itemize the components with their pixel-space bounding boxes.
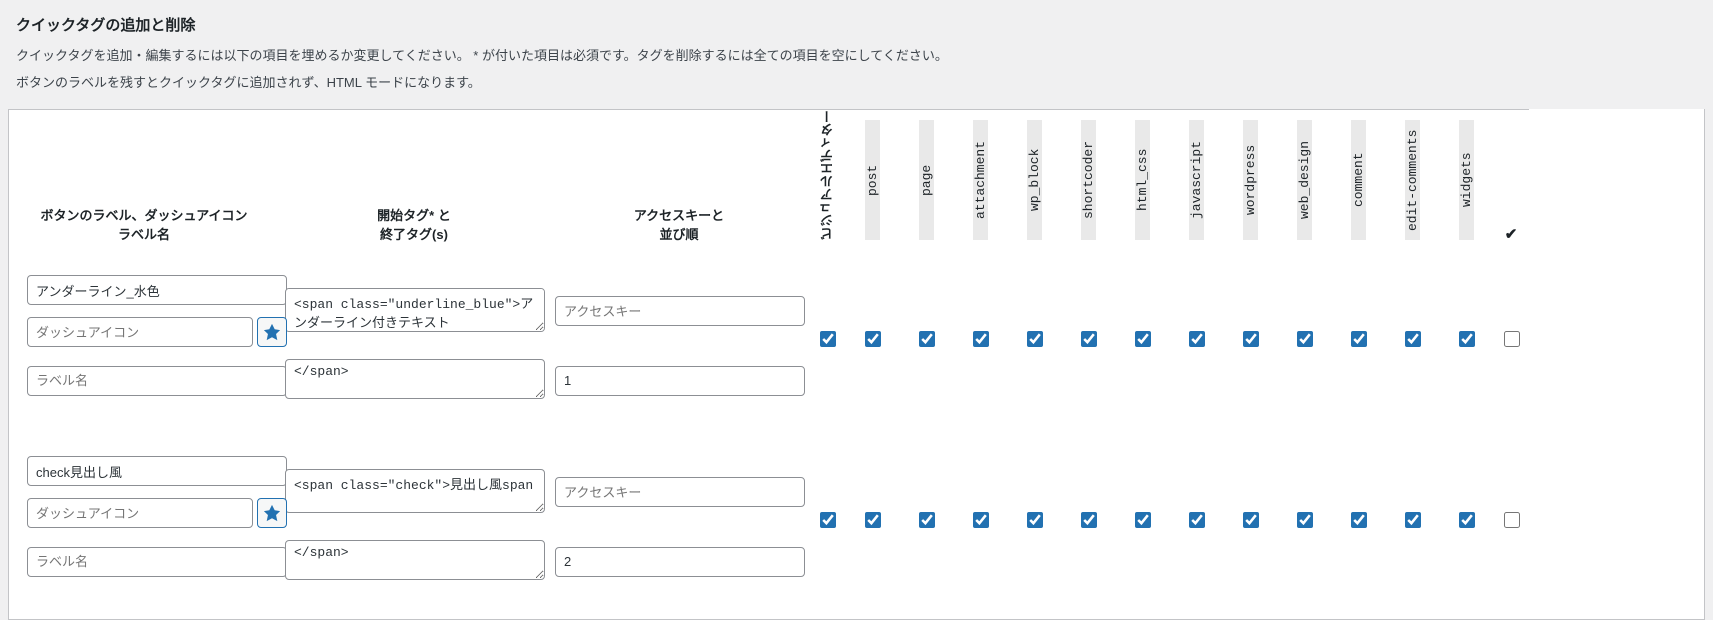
post-type-checkbox-post[interactable] xyxy=(865,331,881,347)
dashicons-icon xyxy=(263,323,281,341)
header-post-type-page: page xyxy=(899,110,953,258)
post-type-checkbox-widgets[interactable] xyxy=(1459,512,1475,528)
header-post-type-post: post xyxy=(845,110,899,258)
post-type-checkbox-attachment[interactable] xyxy=(973,512,989,528)
header-post-type-attachment: attachment xyxy=(953,110,1007,258)
header-post-type-widgets: widgets xyxy=(1439,110,1493,258)
header-access: アクセスキーと 並び順 xyxy=(549,110,809,258)
order-input[interactable] xyxy=(555,547,805,577)
check-all-row-checkbox[interactable] xyxy=(1504,512,1520,528)
quicktags-table: ボタンのラベル、ダッシュアイコン ラベル名 開始タグ* と 終了タグ(s) アク… xyxy=(9,109,1704,589)
dashicon-input[interactable] xyxy=(27,498,253,528)
post-type-checkbox-widgets[interactable] xyxy=(1459,331,1475,347)
dashicon-input[interactable] xyxy=(27,317,253,347)
dashicon-picker-button[interactable] xyxy=(257,317,287,347)
dashicons-icon xyxy=(263,504,281,522)
post-type-checkbox-html_css[interactable] xyxy=(1135,512,1151,528)
header-post-type-javascript: javascript xyxy=(1169,110,1223,258)
header-tags: 開始タグ* と 終了タグ(s) xyxy=(279,110,549,258)
post-type-checkbox-shortcoder[interactable] xyxy=(1081,331,1097,347)
post-type-checkbox-page[interactable] xyxy=(919,512,935,528)
post-type-checkbox-wordpress[interactable] xyxy=(1243,331,1259,347)
close-tag-textarea[interactable] xyxy=(285,359,545,399)
visual-editor-checkbox[interactable] xyxy=(820,331,836,347)
button-label-input[interactable] xyxy=(27,275,287,305)
post-type-checkbox-javascript[interactable] xyxy=(1189,512,1205,528)
open-tag-textarea[interactable] xyxy=(285,288,545,332)
check-all-row-checkbox[interactable] xyxy=(1504,331,1520,347)
header-post-type-web_design: web_design xyxy=(1277,110,1331,258)
dashicon-picker-button[interactable] xyxy=(257,498,287,528)
open-tag-textarea[interactable] xyxy=(285,469,545,513)
post-type-checkbox-wp_block[interactable] xyxy=(1027,512,1043,528)
post-type-checkbox-page[interactable] xyxy=(919,331,935,347)
access-key-input[interactable] xyxy=(555,296,805,326)
post-type-checkbox-attachment[interactable] xyxy=(973,331,989,347)
label-name-input[interactable] xyxy=(27,547,287,577)
post-type-checkbox-post[interactable] xyxy=(865,512,881,528)
header-post-type-wordpress: wordpress xyxy=(1223,110,1277,258)
header-visual-editor: ビジュアルエディター xyxy=(809,110,845,258)
post-type-checkbox-html_css[interactable] xyxy=(1135,331,1151,347)
post-type-checkbox-shortcoder[interactable] xyxy=(1081,512,1097,528)
order-input[interactable] xyxy=(555,366,805,396)
post-type-checkbox-wordpress[interactable] xyxy=(1243,512,1259,528)
button-label-input[interactable] xyxy=(27,456,287,486)
label-name-input[interactable] xyxy=(27,366,287,396)
page-title: クイックタグの追加と削除 xyxy=(0,0,1713,41)
header-post-type-wp_block: wp_block xyxy=(1007,110,1061,258)
header-post-type-comment: comment xyxy=(1331,110,1385,258)
post-type-checkbox-comment[interactable] xyxy=(1351,512,1367,528)
post-type-checkbox-wp_block[interactable] xyxy=(1027,331,1043,347)
access-key-input[interactable] xyxy=(555,477,805,507)
description-line-1: クイックタグを追加・編集するには以下の項目を埋めるか変更してください。 * が付… xyxy=(0,41,1713,68)
post-type-checkbox-web_design[interactable] xyxy=(1297,331,1313,347)
header-post-type-html_css: html_css xyxy=(1115,110,1169,258)
close-tag-textarea[interactable] xyxy=(285,540,545,580)
header-post-type-shortcoder: shortcoder xyxy=(1061,110,1115,258)
description-line-2: ボタンのラベルを残すとクイックタグに追加されず、HTML モードになります。 xyxy=(0,68,1713,95)
post-type-checkbox-edit-comments[interactable] xyxy=(1405,331,1421,347)
header-post-type-edit-comments: edit-comments xyxy=(1385,110,1439,258)
post-type-checkbox-web_design[interactable] xyxy=(1297,512,1313,528)
post-type-checkbox-edit-comments[interactable] xyxy=(1405,512,1421,528)
header-label: ボタンのラベル、ダッシュアイコン ラベル名 xyxy=(9,110,279,258)
quicktags-table-wrap: ボタンのラベル、ダッシュアイコン ラベル名 開始タグ* と 終了タグ(s) アク… xyxy=(8,109,1705,620)
visual-editor-checkbox[interactable] xyxy=(820,512,836,528)
post-type-checkbox-comment[interactable] xyxy=(1351,331,1367,347)
post-type-checkbox-javascript[interactable] xyxy=(1189,331,1205,347)
header-check-all: ✔ xyxy=(1493,110,1529,258)
